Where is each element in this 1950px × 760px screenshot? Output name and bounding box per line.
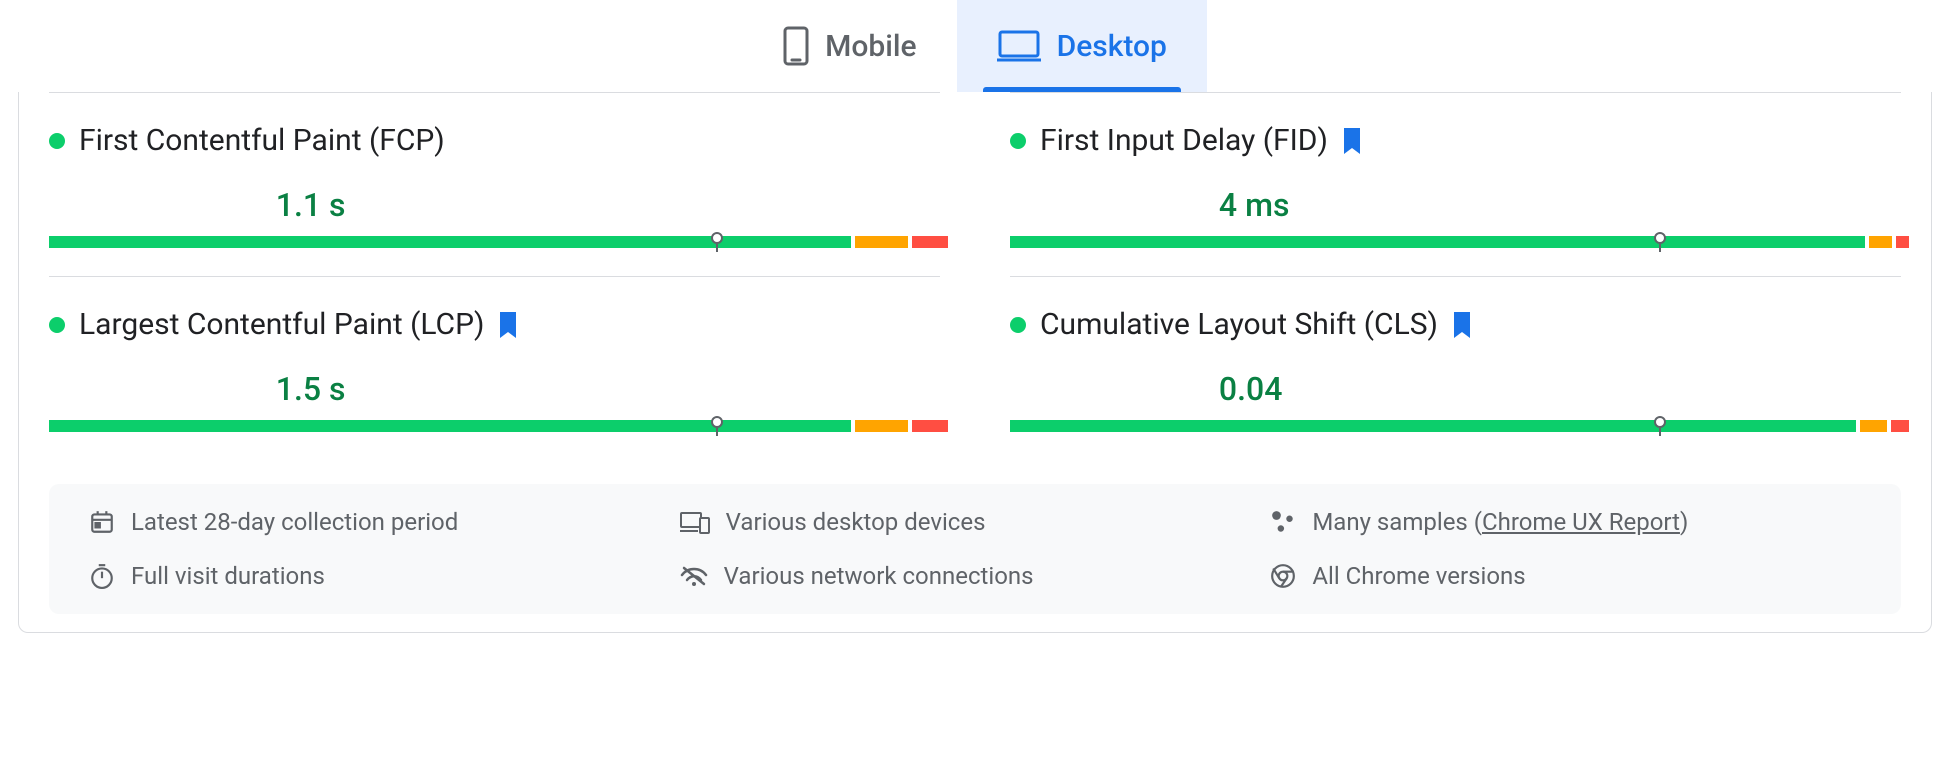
footer-text: Full visit durations: [131, 562, 325, 590]
footer-durations: Full visit durations: [89, 562, 680, 590]
footer-samples: Many samples (Chrome UX Report): [1270, 508, 1861, 536]
metric-bar: [1010, 236, 1901, 248]
tab-label-mobile: Mobile: [825, 29, 916, 64]
bookmark-icon: [498, 312, 518, 338]
segment-good: [49, 236, 851, 248]
chrome-icon: [1270, 563, 1296, 589]
metric-bar: [49, 420, 940, 432]
footer-text: Various desktop devices: [726, 508, 986, 536]
segment-bad: [912, 420, 948, 432]
footer-network: Various network connections: [680, 562, 1271, 590]
segment-good: [1010, 420, 1856, 432]
report-container: First Contentful Paint (FCP) 1.1 s First…: [18, 92, 1932, 633]
segment-bad: [1896, 236, 1909, 248]
desktop-icon: [997, 29, 1041, 63]
crux-report-link[interactable]: Chrome UX Report: [1482, 508, 1680, 536]
segment-bad: [1891, 420, 1909, 432]
tab-mobile[interactable]: Mobile: [743, 0, 956, 92]
metrics-grid: First Contentful Paint (FCP) 1.1 s First…: [19, 92, 1931, 460]
footer-versions: All Chrome versions: [1270, 562, 1861, 590]
metric-bar: [1010, 420, 1901, 432]
segment-mid: [855, 420, 908, 432]
footer-text: All Chrome versions: [1312, 562, 1525, 590]
metric-bar: [49, 236, 940, 248]
segment-bad: [912, 236, 948, 248]
segment-mid: [1860, 420, 1887, 432]
metric-value: 1.5 s: [272, 370, 940, 408]
metric-value: 4 ms: [1215, 186, 1901, 224]
threshold-marker: [711, 416, 723, 436]
status-dot-good: [49, 133, 65, 149]
report-footer: Latest 28-day collection period Various …: [49, 484, 1901, 614]
metric-fcp: First Contentful Paint (FCP) 1.1 s: [49, 92, 940, 276]
metric-header: First Contentful Paint (FCP): [49, 123, 940, 158]
calendar-icon: [89, 509, 115, 535]
metric-name: Largest Contentful Paint (LCP): [79, 307, 484, 342]
status-dot-good: [1010, 317, 1026, 333]
footer-devices: Various desktop devices: [680, 508, 1271, 536]
metric-value: 1.1 s: [272, 186, 940, 224]
metric-value: 0.04: [1215, 370, 1901, 408]
devices-icon: [680, 510, 710, 534]
footer-period: Latest 28-day collection period: [89, 508, 680, 536]
metric-name: Cumulative Layout Shift (CLS): [1040, 307, 1438, 342]
segment-good: [1010, 236, 1865, 248]
tab-label-desktop: Desktop: [1057, 29, 1167, 64]
metric-name: First Input Delay (FID): [1040, 123, 1328, 158]
network-icon: [680, 565, 708, 587]
tab-desktop[interactable]: Desktop: [957, 0, 1207, 92]
status-dot-good: [1010, 133, 1026, 149]
segment-good: [49, 420, 851, 432]
footer-text: Many samples (Chrome UX Report): [1312, 508, 1688, 536]
scatter-icon: [1270, 509, 1296, 535]
metric-header: First Input Delay (FID): [1010, 123, 1901, 158]
segment-mid: [855, 236, 908, 248]
segment-mid: [1869, 236, 1891, 248]
metric-header: Largest Contentful Paint (LCP): [49, 307, 940, 342]
threshold-marker: [1654, 232, 1666, 252]
footer-text: Latest 28-day collection period: [131, 508, 458, 536]
metric-cls: Cumulative Layout Shift (CLS) 0.04: [1010, 276, 1901, 460]
threshold-marker: [1654, 416, 1666, 436]
metric-fid: First Input Delay (FID) 4 ms: [1010, 92, 1901, 276]
footer-text: Various network connections: [724, 562, 1034, 590]
stopwatch-icon: [89, 563, 115, 589]
metric-header: Cumulative Layout Shift (CLS): [1010, 307, 1901, 342]
bookmark-icon: [1342, 128, 1362, 154]
bookmark-icon: [1452, 312, 1472, 338]
metric-name: First Contentful Paint (FCP): [79, 123, 445, 158]
threshold-marker: [711, 232, 723, 252]
device-tabs: Mobile Desktop: [0, 0, 1950, 92]
mobile-icon: [783, 26, 809, 66]
status-dot-good: [49, 317, 65, 333]
metric-lcp: Largest Contentful Paint (LCP) 1.5 s: [49, 276, 940, 460]
